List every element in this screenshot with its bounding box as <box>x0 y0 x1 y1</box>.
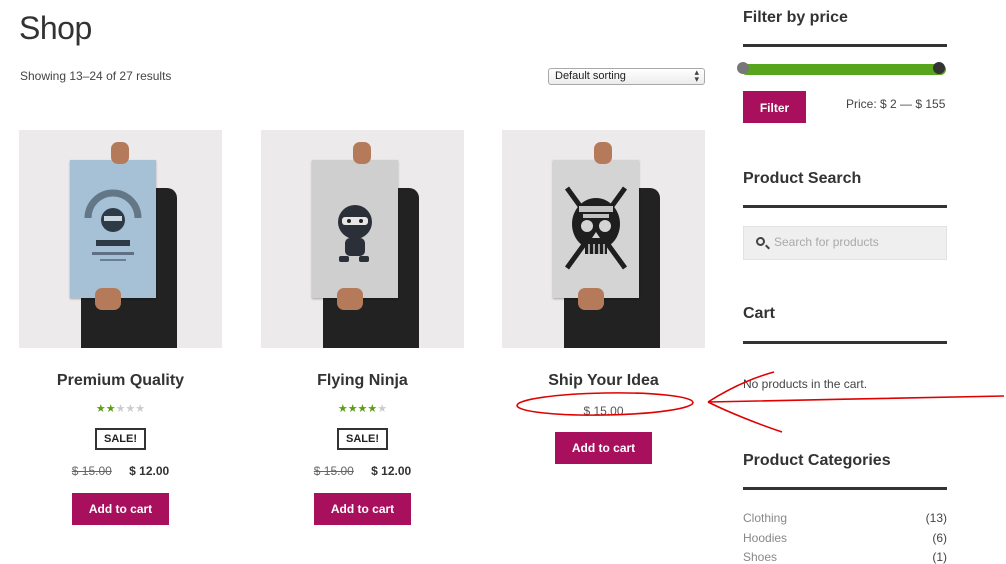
hand <box>594 142 612 164</box>
cart-empty-message: No products in the cart. <box>743 377 868 391</box>
sale-price: $ 12.00 <box>129 464 170 478</box>
result-count: Showing 13–24 of 27 results <box>20 69 172 83</box>
hand <box>111 142 129 164</box>
poster <box>312 160 398 298</box>
category-count: (13) <box>925 511 947 525</box>
product-price: $ 15.00 <box>502 404 705 418</box>
add-to-cart-button[interactable]: Add to cart <box>554 432 653 464</box>
search-input[interactable] <box>774 235 939 249</box>
product-image[interactable] <box>19 130 222 348</box>
category-count: (1) <box>932 550 947 564</box>
skull-icon <box>564 186 628 270</box>
category-count: (6) <box>932 531 947 545</box>
price-slider-track[interactable] <box>741 64 946 75</box>
product-card: Premium Quality ★★★★★ SALE! $ 15.00 $ 12… <box>19 130 222 525</box>
select-arrows-icon: ▴ ▾ <box>694 67 699 84</box>
search-box[interactable] <box>743 226 947 260</box>
filter-by-price-heading: Filter by price <box>743 9 848 26</box>
regular-price: $ 15.00 <box>583 404 624 418</box>
hand <box>353 142 371 164</box>
search-icon <box>756 237 765 246</box>
category-item[interactable]: Clothing (13) <box>743 511 947 525</box>
add-to-cart-button[interactable]: Add to cart <box>71 493 170 525</box>
woothemes-logo-icon <box>84 189 142 261</box>
category-name[interactable]: Shoes <box>743 550 777 564</box>
price-slider-max-handle[interactable] <box>933 62 945 74</box>
product-name[interactable]: Ship Your Idea <box>502 372 705 390</box>
divider <box>743 44 947 47</box>
product-image[interactable] <box>502 130 705 348</box>
poster <box>70 160 156 298</box>
category-name[interactable]: Hoodies <box>743 531 787 545</box>
sale-badge: SALE! <box>95 428 146 450</box>
product-card: Ship Your Idea $ 15.00 Add to cart <box>502 130 705 464</box>
category-name[interactable]: Clothing <box>743 511 787 525</box>
product-categories-heading: Product Categories <box>743 452 891 469</box>
sorting-select-value: Default sorting <box>555 70 626 82</box>
hand <box>337 288 363 310</box>
product-search-heading: Product Search <box>743 170 862 187</box>
product-price: $ 15.00 $ 12.00 <box>261 464 464 478</box>
old-price: $ 15.00 <box>313 464 354 478</box>
sorting-select[interactable]: Default sorting ▴ ▾ <box>548 68 705 85</box>
product-card: Flying Ninja ★★★★★ SALE! $ 15.00 $ 12.00… <box>261 130 464 525</box>
divider <box>743 341 947 344</box>
poster <box>553 160 639 298</box>
ninja-icon <box>338 205 372 262</box>
price-slider-min-handle[interactable] <box>737 62 749 74</box>
price-range-label: Price: $ 2 — $ 155 <box>846 97 946 111</box>
cart-heading: Cart <box>743 305 776 322</box>
add-to-cart-button[interactable]: Add to cart <box>313 493 412 525</box>
rating-stars: ★★★★★ <box>337 403 388 415</box>
product-price: $ 15.00 $ 12.00 <box>19 464 222 478</box>
hand <box>95 288 121 310</box>
old-price: $ 15.00 <box>71 464 112 478</box>
sale-price: $ 12.00 <box>371 464 412 478</box>
category-item[interactable]: Hoodies (6) <box>743 531 947 545</box>
sale-badge: SALE! <box>337 428 388 450</box>
category-item[interactable]: Shoes (1) <box>743 550 947 564</box>
product-name[interactable]: Flying Ninja <box>261 372 464 390</box>
product-image[interactable] <box>261 130 464 348</box>
hand <box>578 288 604 310</box>
product-name[interactable]: Premium Quality <box>19 372 222 390</box>
filter-button[interactable]: Filter <box>743 91 806 123</box>
divider <box>743 205 947 208</box>
divider <box>743 487 947 490</box>
rating-stars: ★★★★★ <box>95 403 146 415</box>
page-title: Shop <box>19 10 92 46</box>
